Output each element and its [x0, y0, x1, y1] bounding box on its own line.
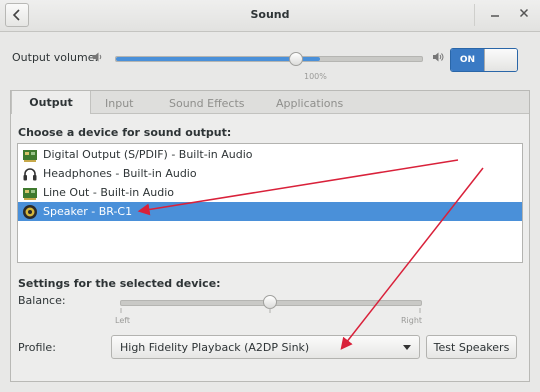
device-row-headphones[interactable]: Headphones - Built-in Audio: [18, 164, 522, 183]
title-bar: Sound: [0, 0, 540, 32]
device-label: Speaker - BR-C1: [43, 205, 133, 218]
close-button[interactable]: [519, 7, 529, 21]
volume-100-tick-label: 100%: [304, 72, 327, 81]
tab-input[interactable]: Input: [105, 97, 133, 110]
profile-dropdown-value: High Fidelity Playback (A2DP Sink): [120, 341, 310, 354]
output-device-heading: Choose a device for sound output:: [18, 126, 232, 139]
device-label: Headphones - Built-in Audio: [43, 167, 197, 180]
test-speakers-button[interactable]: Test Speakers: [426, 335, 517, 359]
profile-dropdown[interactable]: High Fidelity Playback (A2DP Sink): [111, 335, 420, 359]
output-toggle-switch[interactable]: ON: [450, 48, 518, 72]
balance-knob[interactable]: [263, 295, 277, 309]
sound-window: Sound Output volume: 100% ON Output Inpu…: [0, 0, 540, 392]
bluetooth-speaker-icon: [23, 204, 37, 219]
device-row-speaker-br-c1[interactable]: Speaker - BR-C1: [18, 202, 522, 221]
tab-output[interactable]: Output: [11, 91, 91, 114]
speaker-low-icon: [93, 52, 102, 62]
tab-bar: Output Input Sound Effects Applications: [11, 91, 529, 114]
switch-thumb[interactable]: [484, 49, 517, 71]
chevron-down-icon: [403, 345, 411, 350]
output-volume-slider[interactable]: [115, 56, 423, 62]
output-device-list[interactable]: Digital Output (S/PDIF) - Built-in Audio…: [17, 143, 523, 263]
switch-on-label: ON: [451, 49, 484, 71]
sound-notebook: Output Input Sound Effects Applications …: [10, 90, 530, 382]
tab-sound-effects[interactable]: Sound Effects: [169, 97, 245, 110]
output-volume-knob[interactable]: [289, 52, 303, 66]
output-volume-label: Output volume:: [12, 51, 99, 64]
window-title: Sound: [250, 8, 290, 21]
speaker-high-icon: [433, 52, 444, 62]
audio-card-icon: [23, 149, 37, 162]
device-row-line-out[interactable]: Line Out - Built-in Audio: [18, 183, 522, 202]
device-settings-heading: Settings for the selected device:: [18, 277, 221, 290]
titlebar-separator: [474, 4, 475, 26]
profile-label: Profile:: [18, 341, 56, 354]
close-icon: [519, 8, 529, 18]
minimize-button[interactable]: [490, 7, 500, 21]
balance-label: Balance:: [18, 294, 66, 307]
minimize-icon: [491, 15, 499, 17]
tab-applications[interactable]: Applications: [276, 97, 343, 110]
device-label: Line Out - Built-in Audio: [43, 186, 175, 199]
balance-ticks: [120, 308, 421, 313]
device-label: Digital Output (S/PDIF) - Built-in Audio: [43, 148, 253, 161]
balance-left-label: Left: [115, 316, 131, 325]
audio-card-icon: [23, 187, 37, 200]
balance-right-label: Right: [401, 316, 423, 325]
device-row-digital-output[interactable]: Digital Output (S/PDIF) - Built-in Audio: [18, 145, 522, 164]
headphones-icon: [23, 167, 37, 180]
